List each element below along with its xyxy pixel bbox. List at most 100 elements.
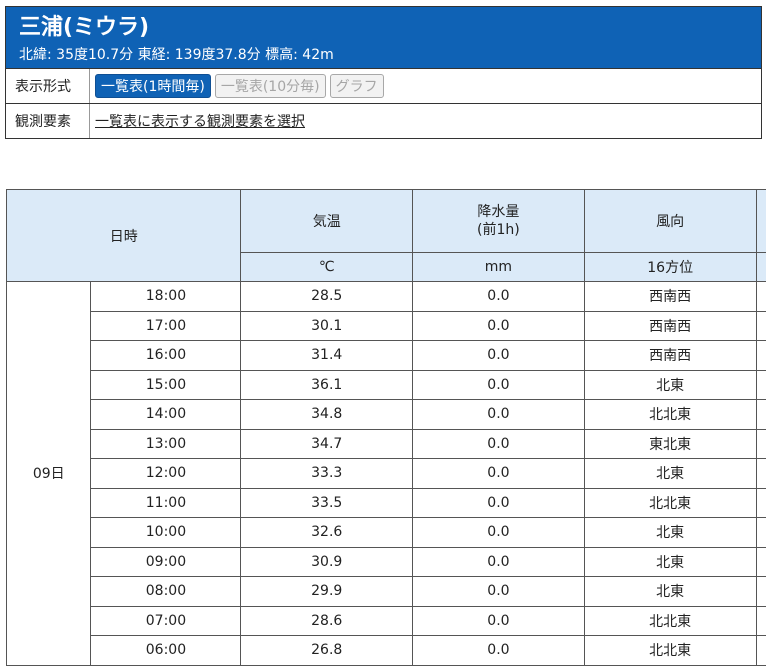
precipitation-cell: 0.0 bbox=[413, 341, 585, 371]
temperature-unit: ℃ bbox=[241, 253, 413, 282]
table-row: 16:0031.40.0西南西 bbox=[7, 341, 766, 371]
table-row: 11:0033.50.0北北東 bbox=[7, 488, 766, 518]
temperature-cell: 34.7 bbox=[241, 429, 413, 459]
temperature-cell: 34.8 bbox=[241, 400, 413, 430]
next-column-cell bbox=[756, 547, 766, 577]
select-elements-link[interactable]: 一覧表に表示する観測要素を選択 bbox=[95, 111, 305, 131]
precipitation-cell: 0.0 bbox=[413, 282, 585, 312]
wind-direction-cell: 北北東 bbox=[584, 636, 756, 666]
temperature-header: 気温 bbox=[241, 190, 413, 253]
datetime-header: 日時 bbox=[7, 190, 241, 282]
station-header: 三浦(ミウラ) 北緯: 35度10.7分 東経: 139度37.8分 標高: 4… bbox=[6, 7, 761, 68]
table-row: 15:0036.10.0北東 bbox=[7, 370, 766, 400]
table-row: 09:0030.90.0北東 bbox=[7, 547, 766, 577]
precipitation-cell: 0.0 bbox=[413, 311, 585, 341]
temperature-cell: 28.6 bbox=[241, 606, 413, 636]
display-format-buttons: 一覧表(1時間毎) 一覧表(10分毎) グラフ bbox=[90, 74, 384, 98]
observation-elements-label: 観測要素 bbox=[6, 104, 90, 138]
table-row: 06:0026.80.0北北東 bbox=[7, 636, 766, 666]
next-column-cell bbox=[756, 341, 766, 371]
next-column-cell bbox=[756, 488, 766, 518]
time-cell: 10:00 bbox=[91, 518, 241, 548]
next-column-cell bbox=[756, 400, 766, 430]
precipitation-header: 降水量 (前1h) bbox=[413, 190, 585, 253]
time-cell: 15:00 bbox=[91, 370, 241, 400]
precipitation-header-line2: (前1h) bbox=[413, 221, 584, 239]
wind-direction-cell: 北北東 bbox=[584, 400, 756, 430]
table-row: 12:0033.30.0北東 bbox=[7, 459, 766, 489]
observation-table-body: 09日18:0028.50.0西南西17:0030.10.0西南西16:0031… bbox=[7, 282, 766, 666]
next-column-cell bbox=[756, 282, 766, 312]
temperature-cell: 30.1 bbox=[241, 311, 413, 341]
table-row: 08:0029.90.0北東 bbox=[7, 577, 766, 607]
time-cell: 16:00 bbox=[91, 341, 241, 371]
wind-direction-cell: 北東 bbox=[584, 518, 756, 548]
temperature-cell: 33.3 bbox=[241, 459, 413, 489]
wind-direction-cell: 北東 bbox=[584, 370, 756, 400]
time-cell: 17:00 bbox=[91, 311, 241, 341]
table-row: 10:0032.60.0北東 bbox=[7, 518, 766, 548]
precipitation-cell: 0.0 bbox=[413, 400, 585, 430]
precipitation-header-line1: 降水量 bbox=[413, 203, 584, 221]
day-cell: 09日 bbox=[7, 282, 91, 666]
precipitation-cell: 0.0 bbox=[413, 547, 585, 577]
observation-elements-row: 観測要素 一覧表に表示する観測要素を選択 bbox=[6, 103, 761, 138]
precipitation-cell: 0.0 bbox=[413, 577, 585, 607]
wind-direction-cell: 北東 bbox=[584, 459, 756, 489]
wind-direction-cell: 西南西 bbox=[584, 341, 756, 371]
wind-direction-cell: 西南西 bbox=[584, 282, 756, 312]
time-cell: 07:00 bbox=[91, 606, 241, 636]
table-row: 17:0030.10.0西南西 bbox=[7, 311, 766, 341]
table-row: 14:0034.80.0北北東 bbox=[7, 400, 766, 430]
time-cell: 11:00 bbox=[91, 488, 241, 518]
station-coordinates: 北緯: 35度10.7分 東経: 139度37.8分 標高: 42m bbox=[19, 45, 761, 65]
station-title: 三浦(ミウラ) bbox=[19, 14, 761, 42]
wind-direction-cell: 西南西 bbox=[584, 311, 756, 341]
next-column-cell bbox=[756, 606, 766, 636]
precipitation-cell: 0.0 bbox=[413, 488, 585, 518]
next-column-cell bbox=[756, 577, 766, 607]
precipitation-cell: 0.0 bbox=[413, 518, 585, 548]
station-info-box: 三浦(ミウラ) 北緯: 35度10.7分 東経: 139度37.8分 標高: 4… bbox=[5, 6, 762, 139]
wind-direction-cell: 北東 bbox=[584, 577, 756, 607]
next-column-cell bbox=[756, 370, 766, 400]
time-cell: 18:00 bbox=[91, 282, 241, 312]
precipitation-cell: 0.0 bbox=[413, 459, 585, 489]
table-row: 09日18:0028.50.0西南西 bbox=[7, 282, 766, 312]
temperature-cell: 32.6 bbox=[241, 518, 413, 548]
display-format-label: 表示形式 bbox=[6, 69, 90, 103]
next-column-cell bbox=[756, 518, 766, 548]
graph-button[interactable]: グラフ bbox=[330, 74, 384, 98]
time-cell: 09:00 bbox=[91, 547, 241, 577]
next-column-cell bbox=[756, 311, 766, 341]
temperature-cell: 33.5 bbox=[241, 488, 413, 518]
next-column-header bbox=[756, 190, 766, 253]
temperature-cell: 30.9 bbox=[241, 547, 413, 577]
time-cell: 14:00 bbox=[91, 400, 241, 430]
wind-direction-cell: 北北東 bbox=[584, 488, 756, 518]
wind-direction-header: 風向 bbox=[584, 190, 756, 253]
time-cell: 13:00 bbox=[91, 429, 241, 459]
table-row: 13:0034.70.0東北東 bbox=[7, 429, 766, 459]
observation-table: 日時 気温 降水量 (前1h) 風向 ℃ mm 16方位 09日18:0028.… bbox=[6, 189, 766, 666]
time-cell: 06:00 bbox=[91, 636, 241, 666]
next-column-cell bbox=[756, 459, 766, 489]
wind-direction-cell: 北東 bbox=[584, 547, 756, 577]
wind-direction-unit: 16方位 bbox=[584, 253, 756, 282]
time-cell: 08:00 bbox=[91, 577, 241, 607]
hourly-table-button[interactable]: 一覧表(1時間毎) bbox=[95, 74, 211, 98]
wind-direction-cell: 北北東 bbox=[584, 606, 756, 636]
display-format-row: 表示形式 一覧表(1時間毎) 一覧表(10分毎) グラフ bbox=[6, 68, 761, 103]
ten-minute-table-button[interactable]: 一覧表(10分毎) bbox=[215, 74, 326, 98]
precipitation-cell: 0.0 bbox=[413, 429, 585, 459]
temperature-cell: 26.8 bbox=[241, 636, 413, 666]
precipitation-cell: 0.0 bbox=[413, 636, 585, 666]
wind-direction-cell: 東北東 bbox=[584, 429, 756, 459]
next-column-cell bbox=[756, 429, 766, 459]
table-row: 07:0028.60.0北北東 bbox=[7, 606, 766, 636]
next-column-cell bbox=[756, 636, 766, 666]
temperature-cell: 36.1 bbox=[241, 370, 413, 400]
temperature-cell: 29.9 bbox=[241, 577, 413, 607]
precipitation-unit: mm bbox=[413, 253, 585, 282]
next-column-unit bbox=[756, 253, 766, 282]
